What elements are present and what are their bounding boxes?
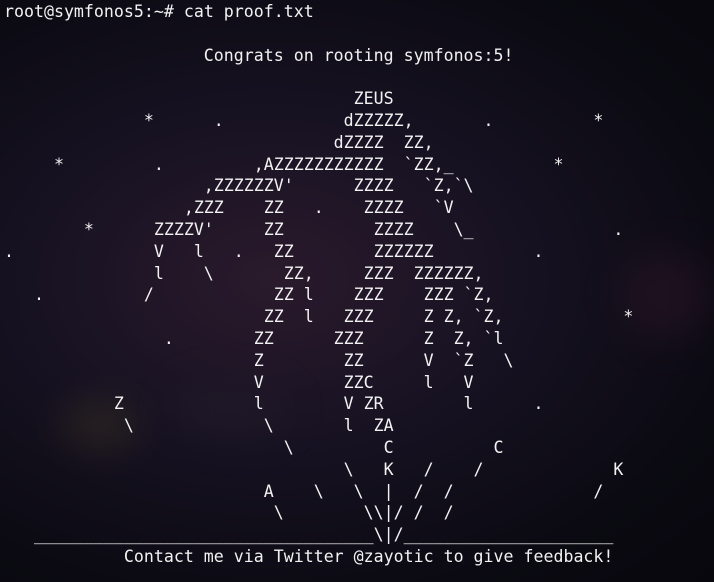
output-line: A \ \ | / / / [4,481,604,501]
output-line: Contact me via Twitter @zayotic to give … [4,546,614,566]
output-line: * ZZZZV' ZZ ZZZZ \_ . [4,219,624,239]
output-line: \ K / / K [4,459,624,479]
output-line: . / ZZ l ZZZ ZZZ `Z, [4,285,494,305]
output-line: V ZZC l V [4,372,474,392]
output-line: ZZ l ZZZ Z Z, `Z, * [4,307,634,327]
output-line: ZEUS [4,89,394,109]
terminal-window[interactable]: root@symfonos5:~# cat proof.txt Congrats… [0,0,714,582]
output-line: \ C C [4,437,504,457]
command-line: root@symfonos5:~# cat proof.txt [4,1,633,23]
shell-prompt: root@symfonos5:~# [4,2,174,21]
output-line: . ZZ ZZZ Z Z, `l [4,328,504,348]
output-line: ,ZZZ ZZ . ZZZZ `V [4,198,454,218]
output-line: \ \ l ZA [4,416,394,436]
output-line: l \ ZZ, ZZZ ZZZZZZ, [4,263,484,283]
output-line: Z ZZ V `Z \ [4,350,514,370]
output-line: __________________________________\|/___… [4,525,614,545]
output-line: . V l . ZZ ZZZZZZ . [4,241,544,261]
output-line: * . dZZZZZ, . * [4,110,604,130]
output-line: dZZZZ ZZ, [4,132,434,152]
output-line: \ \\|/ / / [4,503,454,523]
typed-command: cat proof.txt [183,2,314,21]
proof-banner: Congrats on rooting symfonos:5! ZEUS * .… [4,23,633,568]
background-glow [620,250,710,340]
output-line: * . ,AZZZZZZZZZZZ `ZZ,_ * [4,154,564,174]
output-line: Congrats on rooting symfonos:5! [4,45,514,65]
output-line: Z l V ZR l . [4,394,544,414]
output-line: ,ZZZZZZV' ZZZZ `Z,`\ [4,176,474,196]
terminal-output: root@symfonos5:~# cat proof.txt Congrats… [4,1,633,568]
